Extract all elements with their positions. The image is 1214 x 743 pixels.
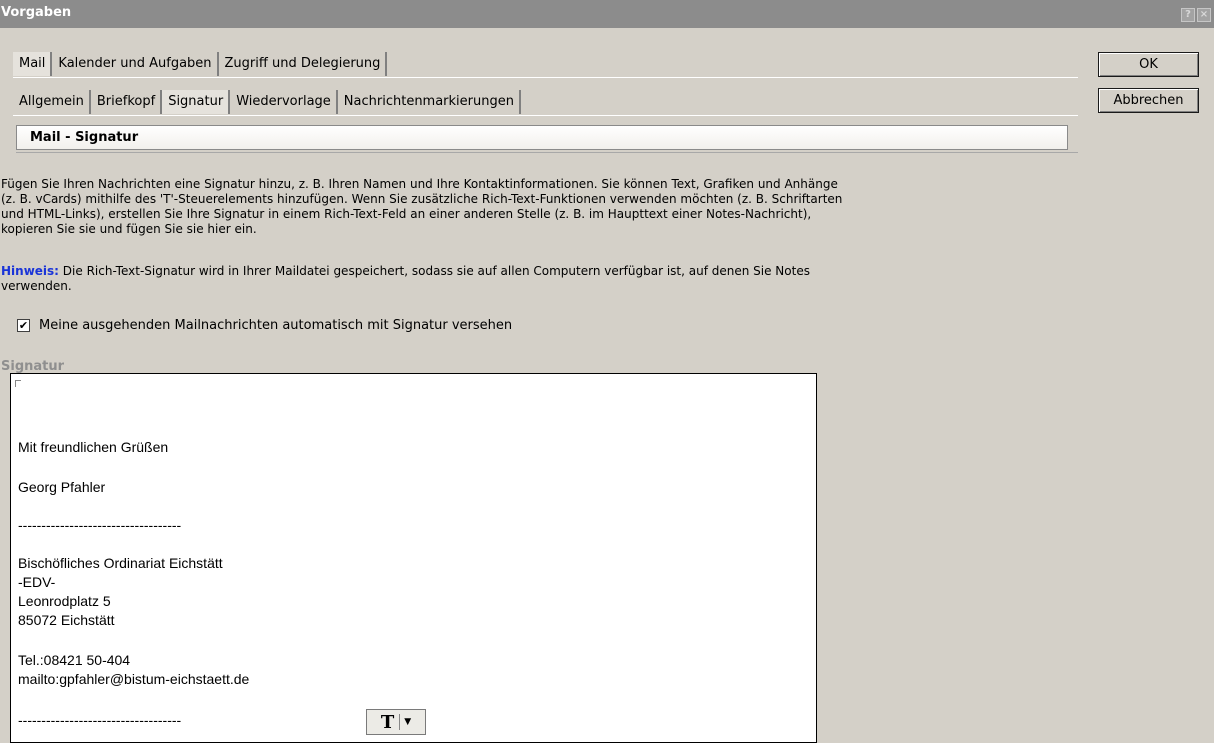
main-tab-row: Mail Kalender und Aufgaben Zugriff und D… — [13, 52, 388, 76]
intro-line: Fügen Sie Ihren Nachrichten eine Signatu… — [1, 177, 838, 191]
tab-wiedervorlage[interactable]: Wiedervorlage — [230, 90, 338, 114]
tab-signatur[interactable]: Signatur — [162, 90, 231, 114]
signature-dept: -EDV- — [18, 574, 56, 590]
main-tab-divider — [13, 77, 1078, 78]
tab-allgemein[interactable]: Allgemein — [13, 90, 91, 114]
sub-tab-row: Allgemein Briefkopf Signatur Wiedervorla… — [13, 90, 521, 114]
signature-name: Georg Pfahler — [18, 479, 106, 495]
signature-label: Signatur — [1, 359, 65, 374]
tab-nachrichtenmarkierungen[interactable]: Nachrichtenmarkierungen — [337, 90, 521, 114]
ok-button[interactable]: OK — [1098, 52, 1199, 77]
auto-signature-checkbox[interactable]: ✔ — [17, 319, 30, 332]
signature-separator: ----------------------------------- — [18, 517, 182, 533]
signature-city: 85072 Eichstätt — [18, 612, 115, 628]
hint-text: verwenden. — [1, 279, 72, 293]
chevron-down-icon[interactable]: ▼ — [404, 717, 411, 727]
section-title: Mail - Signatur — [16, 125, 1068, 150]
hint-text: Die Rich-Text-Signatur wird in Ihrer Mai… — [58, 264, 810, 278]
cancel-button[interactable]: Abbrechen — [1098, 88, 1199, 113]
close-icon[interactable]: × — [1197, 8, 1211, 22]
field-start-marker — [15, 380, 21, 387]
tab-briefkopf[interactable]: Briefkopf — [90, 90, 163, 114]
signature-tel: Tel.:08421 50-404 — [18, 652, 131, 668]
auto-signature-label: Meine ausgehenden Mailnachrichten automa… — [39, 318, 513, 333]
signature-street: Leonrodplatz 5 — [18, 593, 111, 609]
intro-paragraph: Fügen Sie Ihren Nachrichten eine Signatu… — [1, 177, 1071, 237]
tab-zugriff-und-delegierung[interactable]: Zugriff und Delegierung — [218, 52, 388, 76]
signature-mail: mailto:gpfahler@bistum-eichstaett.de — [18, 671, 250, 687]
help-icon[interactable]: ? — [1181, 8, 1195, 22]
text-format-icon: T — [380, 711, 395, 733]
tab-mail[interactable]: Mail — [13, 52, 53, 76]
intro-line: und HTML-Links), erstellen Sie Ihre Sign… — [1, 207, 812, 221]
signature-greeting: Mit freundlichen Grüßen — [18, 439, 169, 455]
hint-label: Hinweis: — [1, 264, 59, 278]
signature-separator: ----------------------------------- — [18, 712, 182, 728]
window-title: Vorgaben — [1, 5, 72, 20]
intro-line: kopieren Sie sie und fügen Sie sie hier … — [1, 222, 257, 236]
window-titlebar: Vorgaben — [0, 0, 1214, 28]
tab-kalender-und-aufgaben[interactable]: Kalender und Aufgaben — [52, 52, 219, 76]
sub-tab-divider — [13, 115, 1078, 116]
button-separator — [399, 714, 401, 730]
hint-paragraph: Hinweis: Die Rich-Text-Signatur wird in … — [1, 264, 1071, 294]
signature-org: Bischöfliches Ordinariat Eichstätt — [18, 555, 223, 571]
intro-line: (z. B. vCards) mithilfe des 'T'-Steuerel… — [1, 192, 843, 206]
richtext-control-button[interactable]: T ▼ — [366, 709, 426, 735]
section-divider — [16, 152, 1078, 153]
